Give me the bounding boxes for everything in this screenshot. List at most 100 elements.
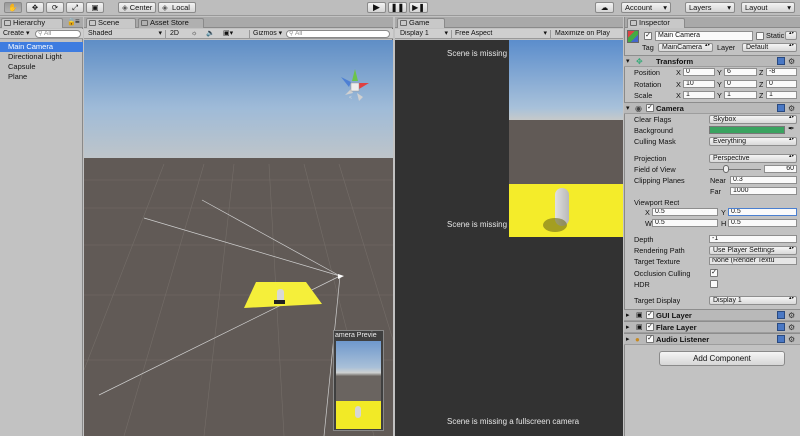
fov-slider-track[interactable] bbox=[709, 169, 761, 170]
fov-slider-thumb[interactable] bbox=[723, 165, 730, 173]
audio-toggle-icon[interactable]: 🔈 bbox=[206, 30, 215, 38]
rotation-y-field[interactable]: 0 bbox=[724, 80, 757, 88]
list-item[interactable]: Plane bbox=[0, 72, 83, 82]
maximize-on-play-toggle[interactable]: Maximize on Play bbox=[555, 30, 621, 38]
tab-asset-store[interactable]: Asset Store bbox=[138, 18, 204, 28]
rotation-x-field[interactable]: 10 bbox=[683, 80, 715, 88]
clear-flags-dropdown[interactable]: Skybox bbox=[709, 115, 797, 124]
gui-layer-title: GUI Layer bbox=[656, 311, 692, 320]
shading-mode-dropdown[interactable]: Shaded ▾ bbox=[88, 30, 166, 38]
list-item[interactable]: Main Camera bbox=[0, 42, 83, 52]
gui-layer-header[interactable]: ▸ ▣ ✓ GUI Layer ⚙ bbox=[624, 309, 800, 321]
aspect-dropdown[interactable]: Free Aspect ▾ bbox=[455, 30, 551, 38]
target-texture-field[interactable]: None (Render Textu bbox=[709, 257, 797, 265]
layer-dropdown[interactable]: Default bbox=[742, 43, 797, 52]
static-dropdown[interactable] bbox=[785, 31, 797, 40]
audio-listener-header[interactable]: ▸ ● ✓ Audio Listener ⚙ bbox=[624, 333, 800, 345]
rotation-z-field[interactable]: 0 bbox=[766, 80, 797, 88]
culling-mask-dropdown[interactable]: Everything bbox=[709, 137, 797, 146]
add-component-button[interactable]: Add Component bbox=[659, 351, 785, 366]
camera-enabled-checkbox[interactable]: ✓ bbox=[646, 104, 654, 112]
foldout-arrow-icon[interactable]: ▸ bbox=[626, 311, 630, 319]
layout-dropdown[interactable]: Layout ▾ bbox=[741, 2, 795, 13]
mode-2d-toggle[interactable]: 2D bbox=[170, 30, 182, 38]
flare-layer-checkbox[interactable]: ✓ bbox=[646, 323, 654, 331]
help-icon[interactable] bbox=[777, 335, 785, 343]
scale-tool-button[interactable]: ⤢ bbox=[66, 2, 84, 13]
far-field[interactable]: 1000 bbox=[730, 187, 797, 195]
hand-tool-button[interactable]: ✋ bbox=[4, 2, 22, 13]
hand-icon: ✋ bbox=[8, 3, 18, 12]
help-icon[interactable] bbox=[777, 104, 785, 112]
audio-listener-checkbox[interactable]: ✓ bbox=[646, 335, 654, 343]
fov-field[interactable]: 60 bbox=[764, 165, 797, 173]
pivot-local-button[interactable]: ◈ Local bbox=[158, 2, 196, 13]
position-z-field[interactable]: -8 bbox=[766, 68, 797, 76]
viewport-h-field[interactable]: 0.5 bbox=[728, 219, 797, 227]
gear-icon[interactable]: ⚙ bbox=[788, 104, 795, 113]
gui-layer-checkbox[interactable]: ✓ bbox=[646, 311, 654, 319]
tag-dropdown[interactable]: MainCamera bbox=[658, 43, 713, 52]
scale-y-field[interactable]: 1 bbox=[724, 91, 757, 99]
create-dropdown[interactable]: Create ▾ bbox=[3, 30, 33, 38]
pause-button[interactable]: ❚❚ bbox=[388, 2, 407, 13]
depth-field[interactable]: -1 bbox=[709, 235, 797, 243]
foldout-arrow-icon[interactable]: ▸ bbox=[626, 323, 630, 331]
help-icon[interactable] bbox=[777, 311, 785, 319]
move-tool-button[interactable]: ✥ bbox=[26, 2, 44, 13]
cloud-button[interactable]: ☁ bbox=[595, 2, 614, 13]
step-button[interactable]: ▶❚ bbox=[409, 2, 428, 13]
lighting-toggle-icon[interactable]: ☼ bbox=[191, 30, 197, 38]
gear-icon[interactable]: ⚙ bbox=[788, 335, 795, 344]
eyedropper-icon[interactable]: ✒ bbox=[788, 124, 795, 133]
gear-icon[interactable]: ⚙ bbox=[788, 311, 795, 320]
gear-icon[interactable]: ⚙ bbox=[788, 57, 795, 66]
active-checkbox[interactable]: ✓ bbox=[644, 32, 652, 40]
near-field[interactable]: 0.3 bbox=[730, 176, 797, 184]
viewport-w-field[interactable]: 0.5 bbox=[652, 219, 718, 227]
position-label: Position bbox=[634, 68, 660, 77]
gear-icon[interactable]: ⚙ bbox=[788, 323, 795, 332]
viewport-y-field[interactable]: 0.5 bbox=[728, 208, 797, 216]
help-icon[interactable] bbox=[777, 323, 785, 331]
effects-toggle-icon[interactable]: ▣▾ bbox=[223, 30, 233, 38]
tab-scene[interactable]: Scene bbox=[86, 18, 136, 28]
static-checkbox[interactable] bbox=[756, 32, 764, 40]
hierarchy-search-input[interactable]: ⚲ All bbox=[35, 30, 81, 38]
object-name-field[interactable]: Main Camera bbox=[655, 31, 753, 41]
rendering-path-dropdown[interactable]: Use Player Settings bbox=[709, 246, 797, 255]
scene-viewport[interactable]: < amera Previe bbox=[84, 40, 393, 436]
foldout-arrow-icon[interactable]: ▾ bbox=[626, 57, 630, 65]
scale-z-field[interactable]: 1 bbox=[766, 91, 797, 99]
scene-search-input[interactable]: ⚲ All bbox=[286, 30, 390, 38]
tab-hierarchy[interactable]: Hierarchy bbox=[1, 18, 63, 28]
position-x-field[interactable]: 0 bbox=[683, 68, 715, 76]
foldout-arrow-icon[interactable]: ▸ bbox=[626, 335, 630, 343]
transform-header[interactable]: ▾ ✥ Transform ⚙ bbox=[624, 55, 800, 67]
foldout-arrow-icon[interactable]: ▾ bbox=[626, 104, 630, 112]
layers-dropdown[interactable]: Layers ▾ bbox=[685, 2, 735, 13]
camera-header[interactable]: ▾ ◉ ✓ Camera ⚙ bbox=[624, 102, 800, 114]
hdr-checkbox[interactable] bbox=[710, 280, 718, 288]
flare-layer-header[interactable]: ▸ ▣ ✓ Flare Layer ⚙ bbox=[624, 321, 800, 333]
list-item[interactable]: Directional Light bbox=[0, 52, 83, 62]
projection-dropdown[interactable]: Perspective bbox=[709, 154, 797, 163]
pivot-center-button[interactable]: ◈ Center bbox=[118, 2, 156, 13]
background-color-swatch[interactable] bbox=[709, 126, 785, 134]
rotate-tool-button[interactable]: ⟳ bbox=[46, 2, 64, 13]
tab-inspector[interactable]: Inspector bbox=[627, 18, 685, 28]
occlusion-culling-checkbox[interactable]: ✓ bbox=[710, 269, 718, 277]
position-y-field[interactable]: 6 bbox=[724, 68, 757, 76]
viewport-x-field[interactable]: 0.5 bbox=[652, 208, 718, 216]
list-item[interactable]: Capsule bbox=[0, 62, 83, 72]
account-dropdown[interactable]: Account ▾ bbox=[621, 2, 671, 13]
tab-game[interactable]: Game bbox=[397, 18, 445, 28]
gizmos-dropdown[interactable]: Gizmos ▾ bbox=[249, 30, 283, 38]
target-display-dropdown[interactable]: Display 1 bbox=[709, 296, 797, 305]
play-button[interactable]: ▶ bbox=[367, 2, 386, 13]
help-icon[interactable] bbox=[777, 57, 785, 65]
scale-x-field[interactable]: 1 bbox=[683, 91, 715, 99]
display-dropdown[interactable]: Display 1 ▾ bbox=[400, 30, 452, 38]
panel-menu-icon[interactable]: ≡ bbox=[75, 17, 80, 26]
rect-tool-button[interactable]: ▣ bbox=[86, 2, 104, 13]
